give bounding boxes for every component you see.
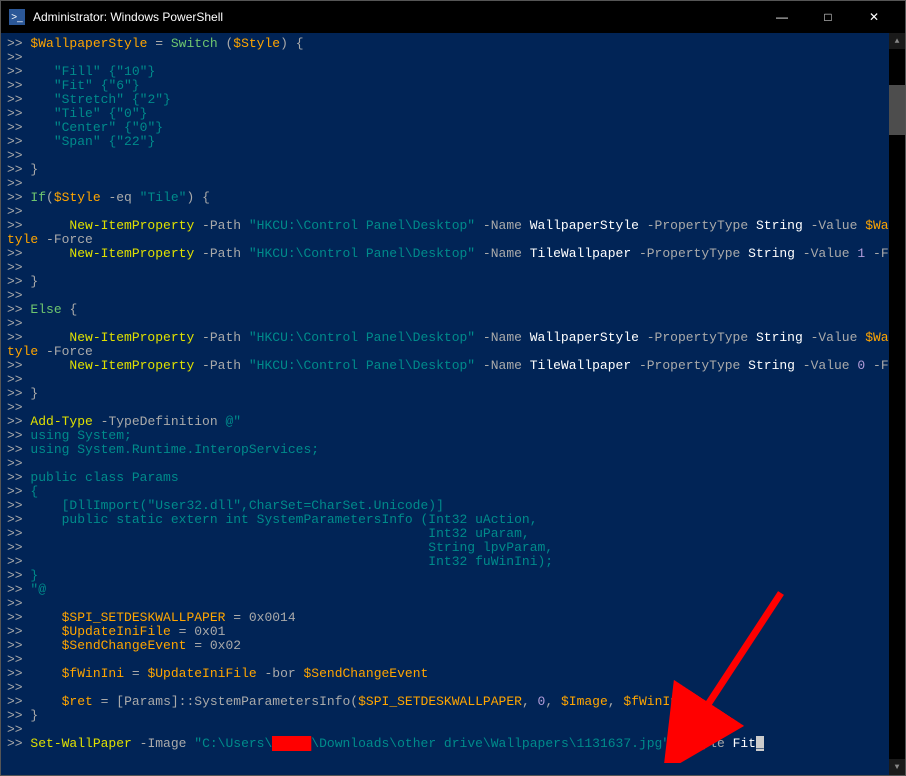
var: $WallpaperStyle	[30, 36, 147, 51]
minimize-button[interactable]: —	[759, 1, 805, 33]
maximize-button[interactable]: □	[805, 1, 851, 33]
redacted-username: █████	[272, 736, 311, 751]
window-controls: — □ ✕	[759, 1, 897, 33]
prompt: >>	[7, 36, 23, 51]
vertical-scrollbar[interactable]: ▲ ▼	[889, 33, 905, 775]
set-wallpaper-cmd: Set-WallPaper	[30, 736, 131, 751]
scroll-down-button[interactable]: ▼	[889, 759, 905, 775]
titlebar[interactable]: >_ Administrator: Windows PowerShell — □…	[1, 1, 905, 33]
terminal-output[interactable]: >> $WallpaperStyle = Switch ($Style) { >…	[1, 33, 889, 775]
window-title: Administrator: Windows PowerShell	[33, 10, 759, 24]
cursor: _	[756, 736, 764, 751]
powershell-icon: >_	[9, 9, 25, 25]
powershell-window: >_ Administrator: Windows PowerShell — □…	[0, 0, 906, 776]
terminal-area: >> $WallpaperStyle = Switch ($Style) { >…	[1, 33, 905, 775]
scroll-thumb[interactable]	[889, 85, 905, 135]
scroll-up-button[interactable]: ▲	[889, 33, 905, 49]
close-button[interactable]: ✕	[851, 1, 897, 33]
